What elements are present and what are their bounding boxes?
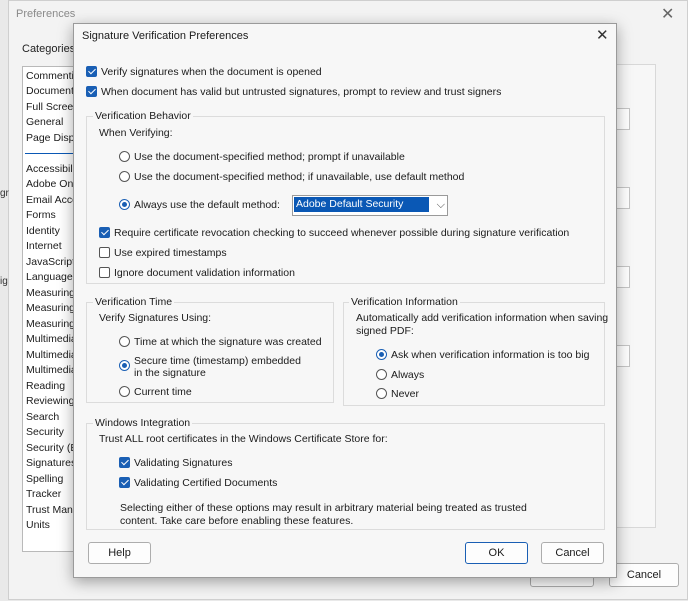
background-cancel-button[interactable]: Cancel <box>609 563 679 587</box>
when-verifying-label: When Verifying: <box>99 127 173 139</box>
category-item[interactable]: Multimedia <box>26 349 77 361</box>
category-item[interactable]: Units <box>26 519 50 531</box>
verification-info-desc: Automatically add verification informati… <box>356 312 609 324</box>
time-option-current[interactable]: Current time <box>119 386 192 398</box>
validating-signatures-checkbox[interactable]: Validating Signatures <box>119 457 232 469</box>
method-option-doc-default[interactable]: Use the document-specified method; if un… <box>119 171 464 183</box>
cancel-button[interactable]: Cancel <box>541 542 604 564</box>
category-item[interactable]: Reviewing <box>26 395 74 407</box>
ignore-validation-checkbox[interactable]: Ignore document validation information <box>99 267 295 279</box>
verify-on-open-checkbox[interactable]: Verify signatures when the document is o… <box>86 66 322 78</box>
background-field <box>616 187 630 209</box>
category-item[interactable]: Measuring <box>26 287 75 299</box>
category-item[interactable]: Signatures <box>26 457 76 469</box>
use-expired-timestamps-checkbox[interactable]: Use expired timestamps <box>99 247 227 259</box>
category-item[interactable]: Identity <box>26 225 60 237</box>
category-item[interactable]: Tracker <box>26 488 61 500</box>
checkbox-checked-icon <box>99 227 110 238</box>
radio-selected-icon <box>376 349 387 360</box>
checkbox-icon <box>99 267 110 278</box>
chevron-down-icon: ⌵ <box>436 199 445 211</box>
category-item[interactable]: Measuring <box>26 302 75 314</box>
radio-icon <box>376 369 387 380</box>
radio-selected-icon <box>119 199 130 210</box>
verification-time-title: Verification Time <box>93 296 175 308</box>
radio-icon <box>119 336 130 347</box>
time-option-secure[interactable]: Secure time (timestamp) embedded in the s… <box>119 355 301 379</box>
category-item[interactable]: Reading <box>26 380 65 392</box>
dialog-close-icon[interactable]: ✕ <box>596 26 609 44</box>
checkbox-checked-icon <box>119 457 130 468</box>
preferences-close-icon[interactable]: ✕ <box>661 4 674 24</box>
category-item[interactable]: Multimedia <box>26 364 77 376</box>
radio-selected-icon <box>119 360 130 371</box>
background-field <box>616 108 630 130</box>
validating-certified-checkbox[interactable]: Validating Certified Documents <box>119 477 277 489</box>
category-item[interactable]: JavaScript <box>26 256 75 268</box>
category-item[interactable]: Forms <box>26 209 56 221</box>
category-item[interactable]: Security (E <box>26 442 77 454</box>
ok-button[interactable]: OK <box>465 542 528 564</box>
verification-info-title: Verification Information <box>349 296 460 308</box>
checkbox-checked-icon <box>86 86 97 97</box>
radio-icon <box>119 386 130 397</box>
default-method-value: Adobe Default Security <box>294 197 429 212</box>
radio-icon <box>119 151 130 162</box>
checkbox-checked-icon <box>86 66 97 77</box>
info-option-always[interactable]: Always <box>376 369 424 381</box>
preferences-title: Preferences <box>16 8 76 20</box>
category-item[interactable]: Internet <box>26 240 62 252</box>
category-item[interactable]: Security <box>26 426 64 438</box>
category-item[interactable]: Language <box>26 271 73 283</box>
category-item[interactable]: Measuring <box>26 318 75 330</box>
radio-icon <box>376 388 387 399</box>
left-fragment: gr <box>0 188 9 199</box>
verification-info-desc: signed PDF: <box>356 325 414 337</box>
info-option-ask[interactable]: Ask when verification information is too… <box>376 349 589 361</box>
require-revocation-checkbox[interactable]: Require certificate revocation checking … <box>99 227 569 239</box>
category-item[interactable]: Search <box>26 411 59 423</box>
method-option-always-default[interactable]: Always use the default method: <box>119 199 280 211</box>
verification-behavior-title: Verification Behavior <box>93 110 193 122</box>
windows-integration-title: Windows Integration <box>93 417 193 429</box>
background-field <box>616 266 630 288</box>
category-item[interactable]: Spelling <box>26 473 63 485</box>
categories-label: Categories: <box>22 43 79 55</box>
dialog-title: Signature Verification Preferences <box>82 30 249 42</box>
checkbox-icon <box>99 247 110 258</box>
left-fragment: ig <box>0 276 8 287</box>
windows-warning-text: Selecting either of these options may re… <box>120 502 527 514</box>
category-item[interactable]: Documents <box>26 85 79 97</box>
info-option-never[interactable]: Never <box>376 388 419 400</box>
signature-verification-dialog: Signature Verification Preferences ✕ Ver… <box>73 23 617 578</box>
time-option-created[interactable]: Time at which the signature was created <box>119 336 322 348</box>
method-option-doc-prompt[interactable]: Use the document-specified method; promp… <box>119 151 405 163</box>
radio-icon <box>119 171 130 182</box>
help-button[interactable]: Help <box>88 542 151 564</box>
windows-warning-text: content. Take care before enabling these… <box>120 515 354 527</box>
windows-integration-desc: Trust ALL root certificates in the Windo… <box>99 433 388 445</box>
background-field <box>616 345 630 367</box>
prompt-untrusted-checkbox[interactable]: When document has valid but untrusted si… <box>86 86 501 98</box>
category-item[interactable]: Full Screen <box>26 101 79 113</box>
verify-using-label: Verify Signatures Using: <box>99 312 212 324</box>
category-item[interactable]: Trust Mana <box>26 504 79 516</box>
checkbox-checked-icon <box>119 477 130 488</box>
category-item[interactable]: Multimedia <box>26 333 77 345</box>
default-method-select[interactable]: Adobe Default Security ⌵ <box>292 195 448 216</box>
category-item[interactable]: General <box>26 116 63 128</box>
